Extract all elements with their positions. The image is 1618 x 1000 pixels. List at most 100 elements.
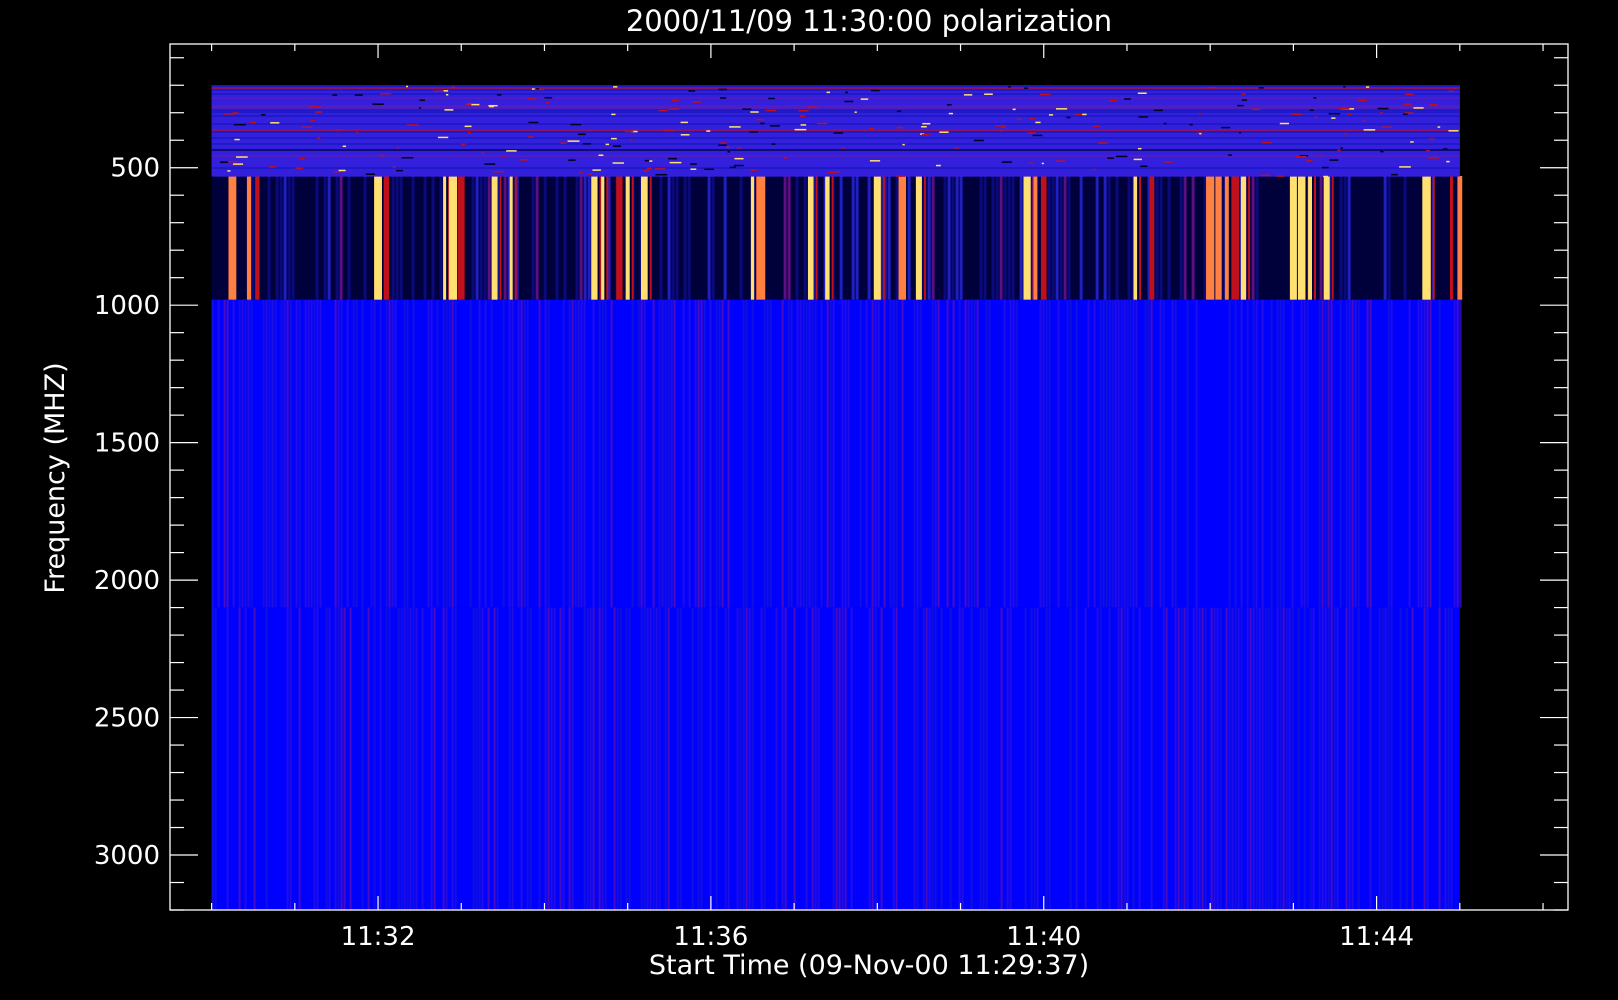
noise-row (211, 117, 1460, 119)
heatmap-stripe (766, 299, 769, 608)
noise-speck (704, 168, 714, 171)
noise-speck (1028, 162, 1034, 164)
noise-speck (1427, 157, 1440, 159)
heatmap-stripe (670, 299, 673, 608)
heatmap-stripe (1123, 299, 1126, 608)
heatmap-stripe (748, 607, 751, 910)
heatmap-stripe (1096, 607, 1099, 910)
heatmap-stripe (694, 299, 697, 608)
noise-speck (734, 157, 744, 160)
burst-stripe (1206, 175, 1215, 300)
heatmap-stripe (1159, 175, 1163, 300)
heatmap-stripe (479, 175, 483, 300)
noise-speck (1082, 113, 1087, 116)
heatmap-stripe (727, 299, 730, 608)
heatmap-stripe (859, 299, 862, 608)
noise-speck (948, 112, 954, 115)
heatmap-stripe (346, 299, 349, 608)
heatmap-stripe (247, 299, 250, 608)
heatmap-stripe (1387, 299, 1390, 608)
noise-speck (1016, 118, 1022, 121)
noise-speck (401, 156, 414, 159)
noise-speck (560, 142, 567, 144)
heatmap-stripe (395, 175, 399, 300)
heatmap-stripe (409, 607, 412, 910)
heatmap-stripe (550, 607, 553, 910)
noise-speck (437, 136, 449, 139)
heatmap-stripe (496, 607, 499, 910)
noise-speck (1239, 131, 1242, 134)
heatmap-stripe (709, 607, 712, 910)
heatmap-stripe (415, 607, 418, 910)
heatmap-stripe (471, 175, 475, 300)
heatmap-stripe (922, 607, 925, 910)
heatmap-stripe (1084, 607, 1087, 910)
heatmap-stripe (1303, 299, 1306, 608)
heatmap-stripe (1225, 607, 1228, 910)
burst-stripe (383, 175, 390, 300)
heatmap-stripe (1075, 607, 1078, 910)
noise-row (211, 167, 1460, 169)
noise-speck (1399, 166, 1411, 168)
heatmap-stripe (1111, 299, 1114, 608)
heatmap-stripe (901, 299, 904, 608)
heatmap-stripe (1102, 299, 1105, 608)
noise-speck (1315, 116, 1318, 118)
noise-row (211, 87, 1460, 89)
burst-stripe (825, 175, 830, 300)
noise-speck (769, 125, 780, 127)
heatmap-stripe (343, 607, 346, 910)
heatmap-stripe (937, 299, 940, 608)
heatmap-stripe (964, 299, 967, 608)
heatmap-stripe (289, 607, 292, 910)
heatmap-stripe (871, 299, 874, 608)
heatmap-stripe (949, 607, 952, 910)
noise-speck (1206, 86, 1216, 89)
heatmap-stripe (673, 299, 676, 608)
noise-speck (1291, 113, 1303, 116)
heatmap-stripe (1120, 299, 1123, 608)
heatmap-stripe (1045, 299, 1048, 608)
heatmap-stripe (250, 299, 253, 608)
noise-speck (295, 167, 303, 169)
heatmap-stripe (394, 299, 397, 608)
heatmap-stripe (655, 607, 658, 910)
heatmap-stripe (334, 299, 337, 608)
heatmap-stripe (1159, 299, 1162, 608)
heatmap-stripe (226, 607, 229, 910)
heatmap-stripe (1126, 607, 1129, 910)
heatmap-stripe (787, 175, 791, 300)
noise-speck (783, 157, 787, 159)
heatmap-stripe (643, 607, 646, 910)
heatmap-image (211, 85, 1463, 910)
heatmap-stripe (907, 175, 911, 300)
heatmap-stripe (1127, 175, 1131, 300)
noise-speck (332, 94, 338, 96)
heatmap-stripe (388, 299, 391, 608)
heatmap-stripe (1036, 607, 1039, 910)
noise-speck (1241, 93, 1247, 95)
heatmap-stripe (723, 175, 727, 300)
heatmap-stripe (1162, 607, 1165, 910)
heatmap-stripe (850, 607, 853, 910)
noise-speck (1029, 118, 1036, 120)
noise-row (211, 99, 1460, 101)
heatmap-stripe (1345, 299, 1348, 608)
heatmap-stripe (1009, 607, 1012, 910)
noise-speck (720, 142, 727, 144)
noise-speck (643, 170, 649, 172)
heatmap-stripe (1183, 607, 1186, 910)
heatmap-stripe (783, 175, 787, 300)
noise-row (211, 105, 1460, 107)
x-tick-label: 11:36 (673, 922, 748, 952)
burst-stripe (491, 175, 498, 300)
heatmap-stripe (1047, 175, 1051, 300)
heatmap-stripe (1312, 607, 1315, 910)
noise-speck (1413, 107, 1424, 109)
heatmap-stripe (1255, 175, 1259, 300)
heatmap-stripe (679, 607, 682, 910)
burst-stripe (499, 175, 502, 300)
burst-stripe (915, 175, 922, 300)
heatmap-stripe (238, 607, 241, 910)
noise-speck (1227, 154, 1233, 156)
